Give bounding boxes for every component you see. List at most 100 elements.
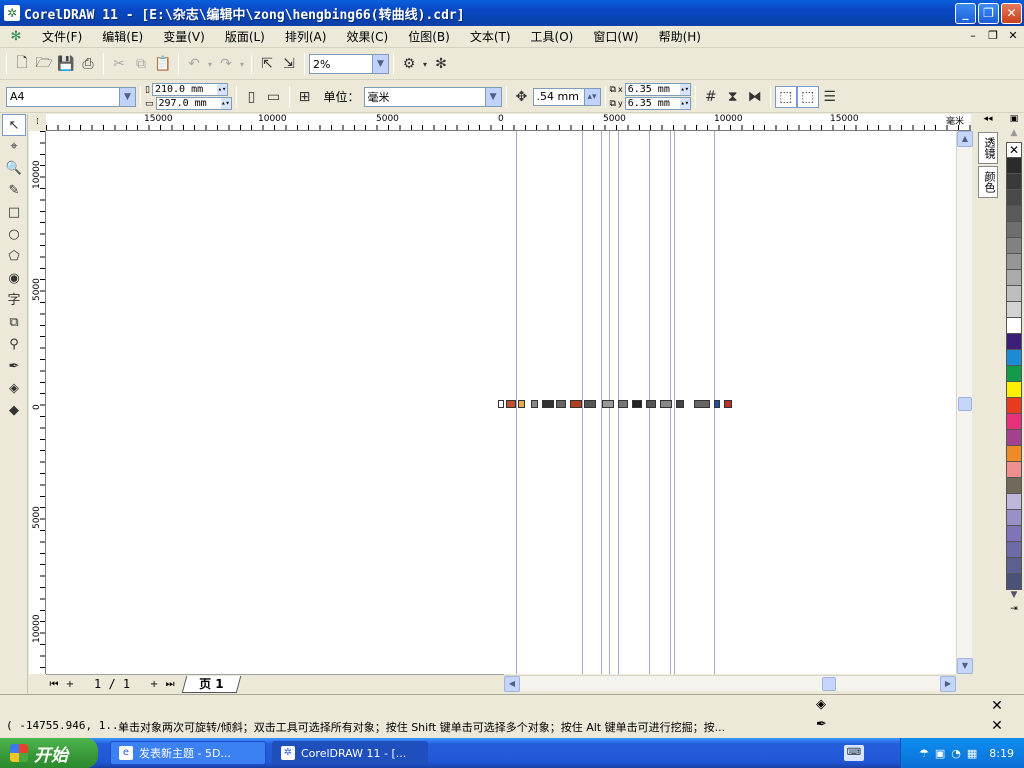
thumbnail-item[interactable] xyxy=(556,400,566,408)
document-icon[interactable]: ✻ xyxy=(8,29,24,45)
color-swatch[interactable] xyxy=(1006,382,1022,398)
menu-file[interactable]: 文件(F) xyxy=(32,28,92,45)
menu-bitmaps[interactable]: 位图(B) xyxy=(398,28,460,45)
menu-layout[interactable]: 版面(L) xyxy=(215,28,275,45)
spin-arrows-icon[interactable]: ▴▾ xyxy=(679,98,690,109)
no-color-swatch[interactable]: ✕ xyxy=(1006,142,1022,158)
undo-dropdown-icon[interactable]: ▾ xyxy=(205,53,215,75)
thumbnail-item[interactable] xyxy=(570,400,582,408)
menu-arrange[interactable]: 排列(A) xyxy=(275,28,337,45)
color-swatch[interactable] xyxy=(1006,462,1022,478)
menu-effects[interactable]: 效果(C) xyxy=(336,28,398,45)
color-swatch[interactable] xyxy=(1006,222,1022,238)
drawing-canvas[interactable] xyxy=(46,131,956,674)
menu-tools[interactable]: 工具(O) xyxy=(521,28,584,45)
thumbnail-item[interactable] xyxy=(602,400,614,408)
scroll-right-icon[interactable]: ▶ xyxy=(940,676,956,692)
print-icon[interactable]: ⎙ xyxy=(77,53,99,75)
taskbar-item-browser[interactable]: e 发表新主题 - 5D... xyxy=(110,741,266,765)
color-swatch[interactable] xyxy=(1006,254,1022,270)
maximize-button[interactable]: ❐ xyxy=(978,3,999,24)
no-outline-icon[interactable]: ✕ xyxy=(984,718,1010,734)
color-swatch[interactable] xyxy=(1006,414,1022,430)
scroll-down-icon[interactable]: ▼ xyxy=(957,658,973,674)
color-swatch[interactable] xyxy=(1006,174,1022,190)
horizontal-ruler[interactable]: 15000 10000 5000 0 5000 10000 15000 毫米 xyxy=(46,114,971,131)
zoom-tool-icon[interactable]: 🔍 xyxy=(2,158,26,180)
freehand-tool-icon[interactable]: ✎ xyxy=(2,180,26,202)
start-button[interactable]: 开始 xyxy=(0,738,98,768)
title-bar[interactable]: ✲ CorelDRAW 11 - [E:\杂志\编辑中\zong\hengbin… xyxy=(0,0,1024,26)
undo-icon[interactable]: ↶ xyxy=(183,53,205,75)
docker-tab-lens[interactable]: 透镜 xyxy=(978,132,998,164)
snap-guidelines-icon[interactable]: ⧗ xyxy=(722,86,744,108)
color-swatch[interactable] xyxy=(1006,478,1022,494)
page-layout-icon[interactable]: ⊞ xyxy=(294,86,316,108)
text-tool-icon[interactable]: 字 xyxy=(2,290,26,312)
horizontal-scroll-thumb[interactable] xyxy=(822,677,836,691)
export-icon[interactable]: ⇲ xyxy=(278,53,300,75)
thumbnail-item[interactable] xyxy=(518,400,525,408)
nudge-input[interactable]: .54 mm ▴▾ xyxy=(532,87,601,106)
menu-help[interactable]: 帮助(H) xyxy=(649,28,711,45)
import-icon[interactable]: ⇱ xyxy=(256,53,278,75)
thumbnail-item[interactable] xyxy=(618,400,628,408)
spin-arrows-icon[interactable]: ▴▾ xyxy=(583,88,600,105)
page-tab[interactable]: 页 1 xyxy=(181,675,241,693)
color-swatch[interactable] xyxy=(1006,430,1022,446)
doc-close-icon[interactable]: ✕ xyxy=(1006,29,1020,43)
horizontal-scrollbar[interactable]: ◀ ▶ xyxy=(504,675,956,692)
interactive-fill-tool-icon[interactable]: ◆ xyxy=(2,400,26,422)
polygon-tool-icon[interactable]: ⬠ xyxy=(2,246,26,268)
thumbnail-strip[interactable] xyxy=(498,400,738,410)
doc-minimize-icon[interactable]: – xyxy=(966,29,980,43)
palette-scroll-down-icon[interactable]: ▼ xyxy=(1004,590,1024,604)
thumbnail-item[interactable] xyxy=(646,400,656,408)
color-swatch[interactable] xyxy=(1006,318,1022,334)
cut-icon[interactable]: ✂ xyxy=(108,53,130,75)
menu-text[interactable]: 文本(T) xyxy=(460,28,521,45)
vertical-ruler[interactable]: 10000 5000 0 5000 10000 xyxy=(29,131,46,674)
thumbnail-item[interactable] xyxy=(632,400,642,408)
draw-bounding-icon[interactable]: ⬚ xyxy=(796,85,819,108)
color-swatch[interactable] xyxy=(1006,206,1022,222)
corel-online-icon[interactable]: ✻ xyxy=(430,53,452,75)
no-fill-icon[interactable]: ✕ xyxy=(984,698,1010,714)
taskbar-item-coreldraw[interactable]: ✲ CorelDRAW 11 - [... xyxy=(272,741,428,765)
thumbnail-item[interactable] xyxy=(498,400,504,408)
color-swatch[interactable] xyxy=(1006,366,1022,382)
paper-size-select[interactable]: A4 ▼ xyxy=(6,86,136,107)
fill-tool-icon[interactable]: ◈ xyxy=(2,378,26,400)
units-select[interactable]: 毫米 ▼ xyxy=(363,86,502,107)
duplicate-y-input[interactable]: 6.35 mm ▴▾ xyxy=(624,97,691,110)
thumbnail-item[interactable] xyxy=(506,400,516,408)
color-swatch[interactable] xyxy=(1006,158,1022,174)
spin-arrows-icon[interactable]: ▴▾ xyxy=(679,84,690,95)
palette-scroll-up-icon[interactable]: ▲ xyxy=(1004,128,1024,142)
color-swatch[interactable] xyxy=(1006,350,1022,366)
paste-icon[interactable]: 📋 xyxy=(152,53,174,75)
thumbnail-item[interactable] xyxy=(542,400,554,408)
volume-icon[interactable]: ◔ xyxy=(951,747,961,760)
treat-as-filled-icon[interactable]: ⬚ xyxy=(774,85,797,108)
color-swatch[interactable] xyxy=(1006,494,1022,510)
page-height-input[interactable]: 297.0 mm ▴▾ xyxy=(155,97,232,110)
shape-tool-icon[interactable]: ⌖ xyxy=(2,136,26,158)
new-document-icon[interactable]: 🗋 xyxy=(11,53,33,75)
menu-view[interactable]: 变量(V) xyxy=(153,28,215,45)
color-swatch[interactable] xyxy=(1006,526,1022,542)
palette-expand-icon[interactable]: ⇥ xyxy=(1004,604,1024,618)
color-swatch[interactable] xyxy=(1006,302,1022,318)
first-page-icon[interactable]: ⏮ xyxy=(46,679,62,690)
save-icon[interactable]: 💾 xyxy=(55,53,77,75)
color-swatch[interactable] xyxy=(1006,574,1022,590)
portrait-icon[interactable]: ▯ xyxy=(241,86,263,108)
menu-window[interactable]: 窗口(W) xyxy=(583,28,648,45)
display-icon[interactable]: ▣ xyxy=(935,747,945,760)
redo-icon[interactable]: ↷ xyxy=(215,53,237,75)
menu-edit[interactable]: 编辑(E) xyxy=(92,28,153,45)
spin-arrows-icon[interactable]: ▴▾ xyxy=(216,84,227,95)
network-icon[interactable]: ☂ xyxy=(919,747,929,760)
spin-arrows-icon[interactable]: ▴▾ xyxy=(220,98,231,109)
fill-indicator-icon[interactable]: ◈ xyxy=(816,697,826,712)
